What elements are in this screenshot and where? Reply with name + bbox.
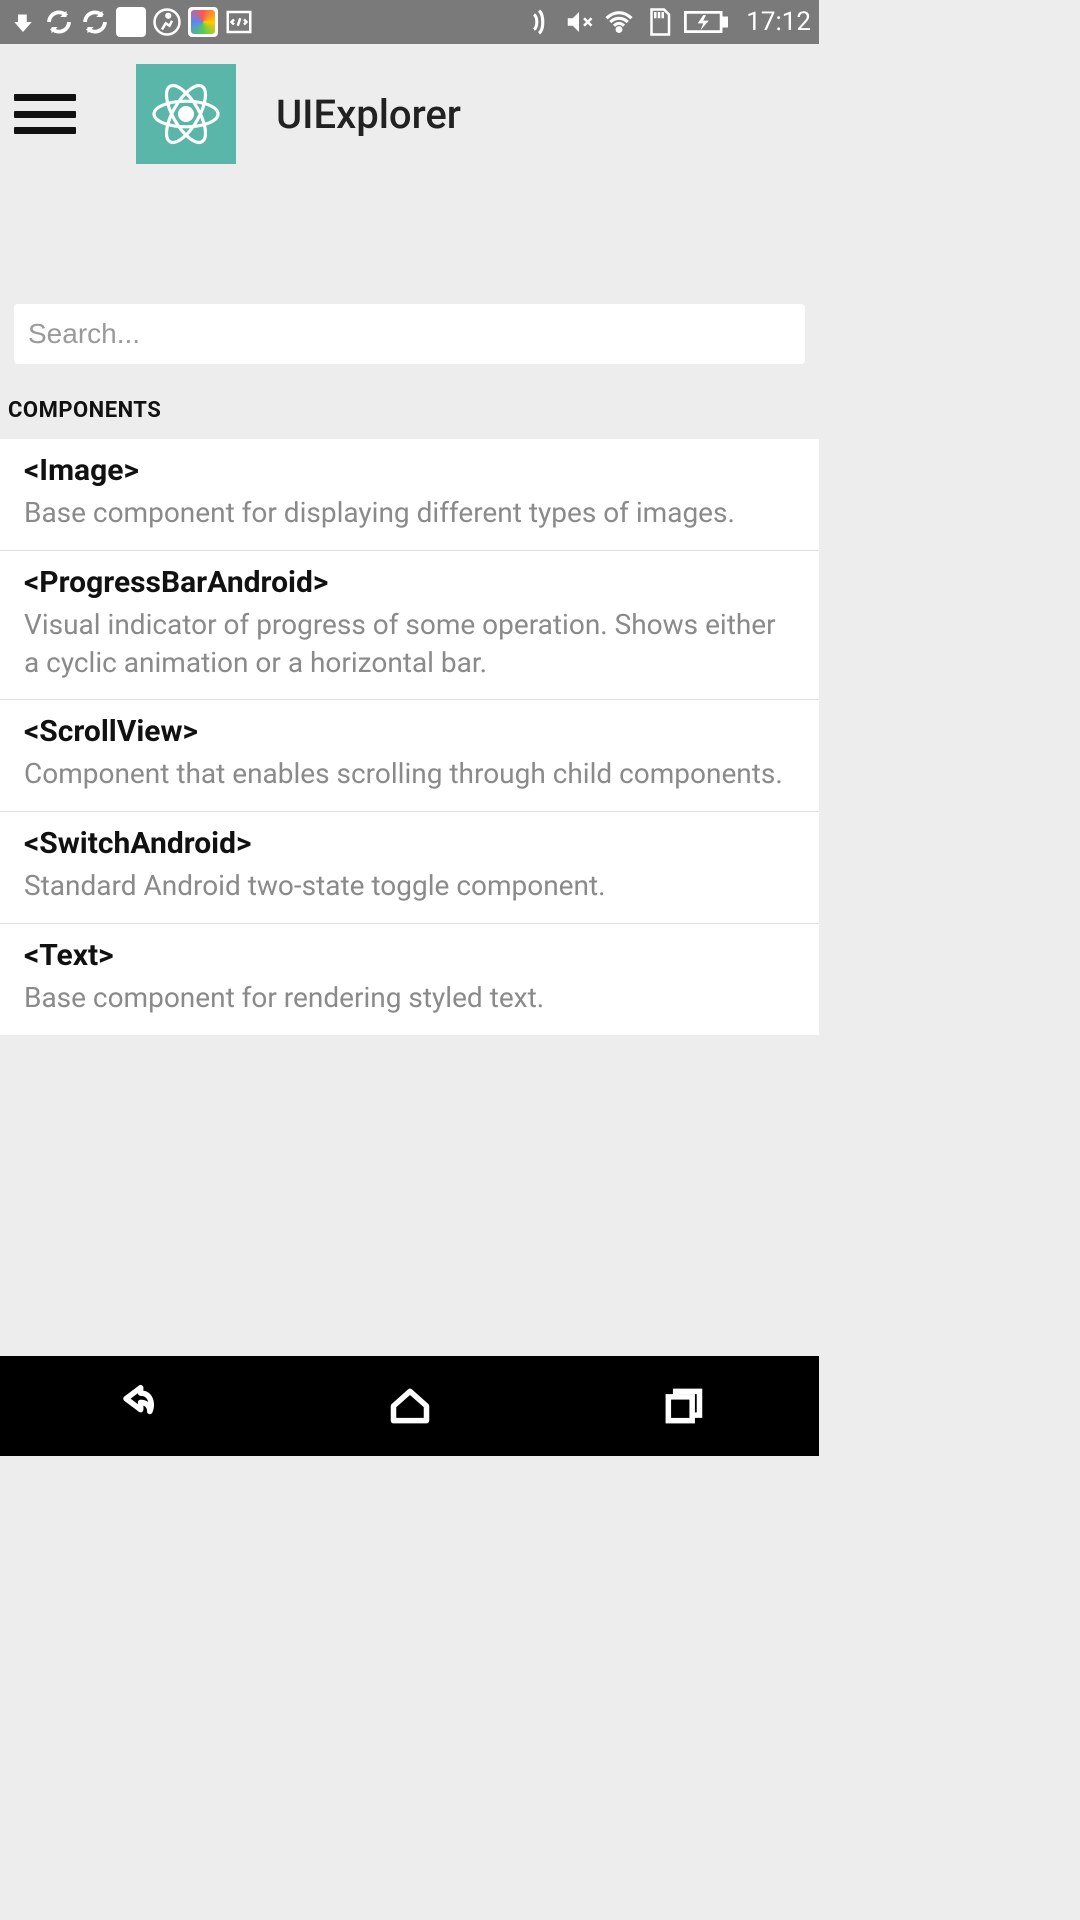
dev-icon: [224, 7, 254, 37]
recent-apps-button[interactable]: [653, 1376, 713, 1436]
app-icon-1: [116, 7, 146, 37]
list-item-title: <ScrollView>: [24, 714, 795, 749]
section-header: COMPONENTS: [0, 376, 819, 439]
list-item[interactable]: <Text> Base component for rendering styl…: [0, 924, 819, 1035]
search-container: [0, 174, 819, 376]
list-item-desc: Standard Android two-state toggle compon…: [24, 867, 795, 905]
app-header: UIExplorer: [0, 44, 819, 174]
status-left-icons: [8, 7, 254, 37]
list-item[interactable]: <SwitchAndroid> Standard Android two-sta…: [0, 812, 819, 924]
download-icon: [8, 7, 38, 37]
home-button[interactable]: [380, 1376, 440, 1436]
search-input[interactable]: [14, 304, 805, 364]
status-time: 17:12: [746, 7, 811, 37]
react-logo-icon: [136, 64, 236, 164]
status-bar: 17:12: [0, 0, 819, 44]
back-button[interactable]: [107, 1376, 167, 1436]
list-item[interactable]: <ProgressBarAndroid> Visual indicator of…: [0, 551, 819, 701]
list-item-desc: Base component for displaying different …: [24, 494, 795, 532]
vibrate-icon: [524, 7, 554, 37]
list-item-title: <Text>: [24, 938, 795, 973]
volume-mute-icon: [564, 7, 594, 37]
list-item-desc: Base component for rendering styled text…: [24, 979, 795, 1017]
app-icon-2: [188, 7, 218, 37]
android-nav-bar: [0, 1356, 819, 1456]
list-item-desc: Component that enables scrolling through…: [24, 755, 795, 793]
list-item[interactable]: <Image> Base component for displaying di…: [0, 439, 819, 551]
battery-charging-icon: [684, 7, 728, 37]
list-item-title: <ProgressBarAndroid>: [24, 565, 795, 600]
sd-card-icon: [644, 7, 674, 37]
list-item[interactable]: <ScrollView> Component that enables scro…: [0, 700, 819, 812]
status-right-icons: 17:12: [524, 7, 811, 37]
sync-icon: [44, 7, 74, 37]
list-item-desc: Visual indicator of progress of some ope…: [24, 606, 795, 682]
wifi-icon: [604, 7, 634, 37]
sync-icon-2: [80, 7, 110, 37]
component-list[interactable]: <Image> Base component for displaying di…: [0, 439, 819, 1035]
list-item-title: <SwitchAndroid>: [24, 826, 795, 861]
list-item-title: <Image>: [24, 453, 795, 488]
app-title: UIExplorer: [276, 91, 461, 138]
running-icon: [152, 7, 182, 37]
menu-button[interactable]: [14, 90, 76, 138]
